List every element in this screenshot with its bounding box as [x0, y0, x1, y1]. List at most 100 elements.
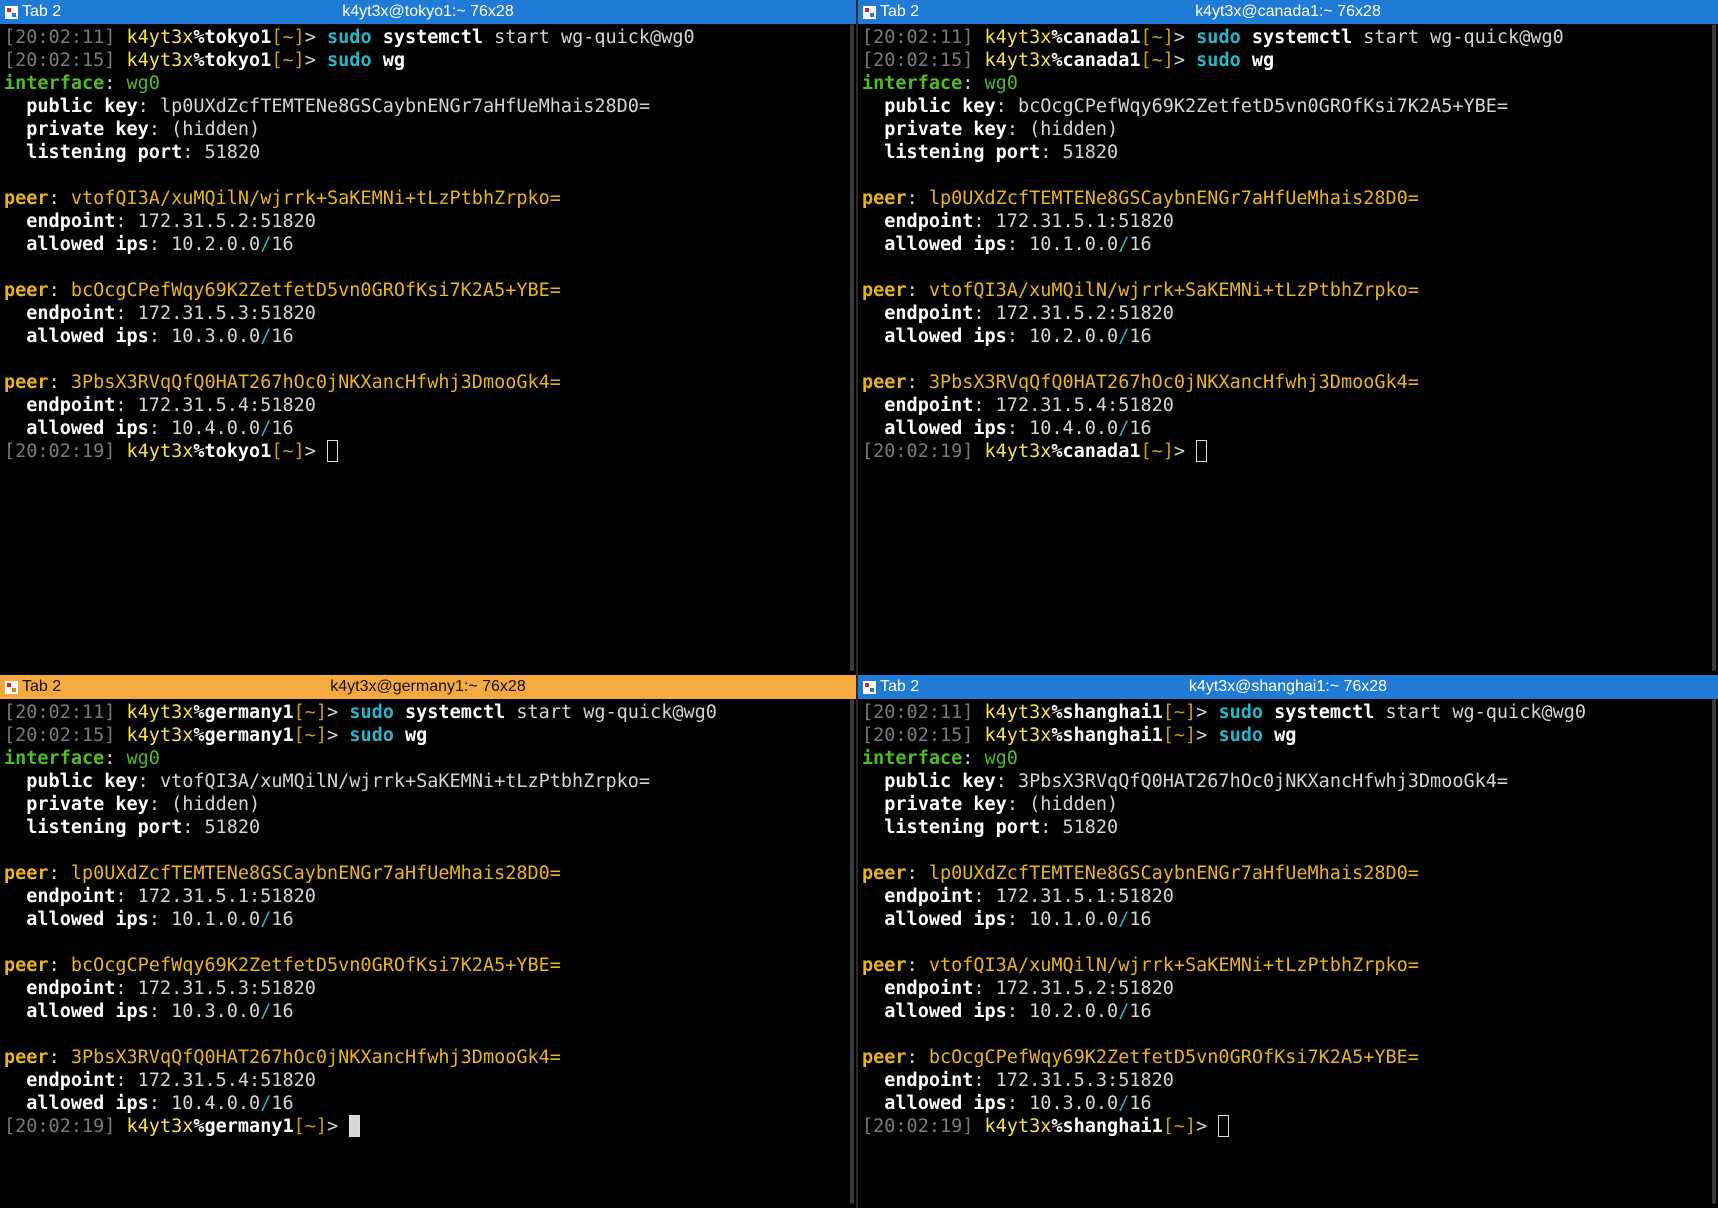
interface-name: wg0: [126, 748, 160, 769]
terminal-pane-tokyo1[interactable]: Tab 2 k4yt3x@tokyo1:~ 76x28 [20:02:11] k…: [0, 0, 856, 675]
terminal-output[interactable]: [20:02:11] k4yt3x%shanghai1[~]> sudo sys…: [858, 699, 1718, 1138]
peer-label: peer: [862, 1047, 907, 1068]
endpoint-value: 172.31.5.2:51820: [995, 978, 1174, 999]
command-binary: wg: [1274, 725, 1297, 746]
prompt-host: %canada1: [1051, 441, 1141, 462]
peer-label: peer: [862, 188, 907, 209]
command-sudo: sudo: [327, 50, 372, 71]
prompt-host: %germany1: [193, 725, 294, 746]
endpoint-value: 172.31.5.1:51820: [995, 211, 1174, 232]
prompt-user: k4yt3x: [126, 702, 194, 723]
prompt-user: k4yt3x: [984, 441, 1052, 462]
listening-port-label: listening port: [884, 817, 1041, 838]
peer-label: peer: [4, 1047, 49, 1068]
pane-titlebar[interactable]: Tab 2 k4yt3x@germany1:~ 76x28: [0, 675, 856, 699]
allowed-ips-value: 10.2.0.0/16: [171, 234, 294, 255]
prompt-path: [~]: [1140, 441, 1174, 462]
prompt-host: %shanghai1: [1051, 725, 1163, 746]
prompt-host: %tokyo1: [193, 27, 272, 48]
command-sudo: sudo: [349, 702, 394, 723]
timestamp: [20:02:15]: [4, 725, 116, 746]
prompt-line: [20:02:11] k4yt3x%canada1[~]> sudo syste…: [862, 27, 1564, 48]
scrollbar[interactable]: [850, 24, 854, 671]
interface-line: interface: wg0: [862, 748, 1018, 769]
listening-port-value: 51820: [1062, 817, 1119, 838]
command-args: start wg-quick@wg0: [505, 702, 717, 723]
peer-key: vtofQI3A/xuMQilN/wjrrk+SaKEMNi+tLzPtbhZr…: [70, 188, 561, 209]
public-key-label: public key: [26, 96, 138, 117]
prompt-symbol: >: [304, 27, 316, 48]
prompt-line: [20:02:11] k4yt3x%tokyo1[~]> sudo system…: [4, 27, 695, 48]
allowed-ips-label: allowed ips: [26, 1093, 149, 1114]
command-args: start wg-quick@wg0: [482, 27, 695, 48]
prompt-host: %canada1: [1051, 27, 1141, 48]
terminal-pane-germany1[interactable]: Tab 2 k4yt3x@germany1:~ 76x28 [20:02:11]…: [0, 675, 856, 1208]
public-key-label: public key: [884, 771, 996, 792]
allowed-ips-value: 10.3.0.0/16: [1029, 1093, 1152, 1114]
command-binary: systemctl: [382, 27, 483, 48]
private-key-label: private key: [884, 119, 1007, 140]
interface-name: wg0: [984, 73, 1018, 94]
listening-port-value: 51820: [1062, 142, 1119, 163]
pane-titlebar[interactable]: Tab 2 k4yt3x@shanghai1:~ 76x28: [858, 675, 1718, 699]
allowed-ips-label: allowed ips: [884, 234, 1007, 255]
terminal-output[interactable]: [20:02:11] k4yt3x%tokyo1[~]> sudo system…: [0, 24, 856, 463]
listening-port-label: listening port: [884, 142, 1041, 163]
private-key-label: private key: [884, 794, 1007, 815]
listening-port-label: listening port: [26, 142, 183, 163]
peer-label: peer: [862, 863, 907, 884]
peer-label: peer: [862, 372, 907, 393]
prompt-host: %shanghai1: [1051, 702, 1163, 723]
interface-line: interface: wg0: [862, 73, 1018, 94]
peer-key: lp0UXdZcfTEMTENe8GSCaybnENGr7aHfUeMhais2…: [70, 863, 561, 884]
allowed-ips-value: 10.3.0.0/16: [171, 326, 294, 347]
peer-label: peer: [4, 372, 49, 393]
scrollbar[interactable]: [1712, 699, 1716, 1204]
prompt-line: [20:02:11] k4yt3x%shanghai1[~]> sudo sys…: [862, 702, 1586, 723]
interface-label: interface: [4, 748, 105, 769]
prompt-symbol: >: [327, 1116, 339, 1137]
prompt-symbol: >: [327, 702, 339, 723]
peer-key: vtofQI3A/xuMQilN/wjrrk+SaKEMNi+tLzPtbhZr…: [928, 280, 1419, 301]
peer-key: lp0UXdZcfTEMTENe8GSCaybnENGr7aHfUeMhais2…: [928, 188, 1419, 209]
scrollbar[interactable]: [850, 699, 854, 1204]
timestamp: [20:02:15]: [862, 50, 974, 71]
prompt-path: [~]: [293, 1116, 328, 1137]
terminal-output[interactable]: [20:02:11] k4yt3x%germany1[~]> sudo syst…: [0, 699, 856, 1138]
timestamp: [20:02:15]: [862, 725, 974, 746]
command-binary: systemctl: [405, 702, 506, 723]
prompt-host: %tokyo1: [193, 50, 272, 71]
terminal-pane-canada1[interactable]: Tab 2 k4yt3x@canada1:~ 76x28 [20:02:11] …: [858, 0, 1718, 675]
pane-titlebar[interactable]: Tab 2 k4yt3x@tokyo1:~ 76x28: [0, 0, 856, 24]
prompt-path: [~]: [271, 50, 305, 71]
peer-label: peer: [4, 955, 49, 976]
command-sudo: sudo: [1196, 50, 1241, 71]
allowed-ips-label: allowed ips: [26, 234, 149, 255]
prompt-user: k4yt3x: [126, 725, 194, 746]
endpoint-value: 172.31.5.3:51820: [995, 1070, 1174, 1091]
timestamp: [20:02:19]: [4, 1116, 116, 1137]
terminal-pane-shanghai1[interactable]: Tab 2 k4yt3x@shanghai1:~ 76x28 [20:02:11…: [858, 675, 1718, 1208]
allowed-ips-label: allowed ips: [26, 418, 149, 439]
endpoint-label: endpoint: [26, 1070, 116, 1091]
endpoint-value: 172.31.5.1:51820: [995, 886, 1174, 907]
window-title: k4yt3x@canada1:~ 76x28: [1195, 3, 1381, 20]
peer-label: peer: [4, 863, 49, 884]
endpoint-label: endpoint: [26, 978, 116, 999]
endpoint-value: 172.31.5.3:51820: [137, 303, 316, 324]
allowed-ips-label: allowed ips: [884, 1093, 1007, 1114]
interface-line: interface: wg0: [4, 73, 160, 94]
private-key-label: private key: [26, 794, 149, 815]
prompt-host: %germany1: [193, 702, 294, 723]
endpoint-label: endpoint: [884, 978, 974, 999]
pane-titlebar[interactable]: Tab 2 k4yt3x@canada1:~ 76x28: [858, 0, 1718, 24]
endpoint-label: endpoint: [884, 886, 974, 907]
prompt-host: %canada1: [1051, 50, 1141, 71]
terminal-output[interactable]: [20:02:11] k4yt3x%canada1[~]> sudo syste…: [858, 24, 1718, 463]
endpoint-value: 172.31.5.3:51820: [137, 978, 316, 999]
prompt-user: k4yt3x: [126, 1116, 194, 1137]
prompt-path: [~]: [1140, 50, 1174, 71]
endpoint-label: endpoint: [884, 395, 974, 416]
timestamp: [20:02:11]: [862, 702, 974, 723]
scrollbar[interactable]: [1712, 24, 1716, 671]
